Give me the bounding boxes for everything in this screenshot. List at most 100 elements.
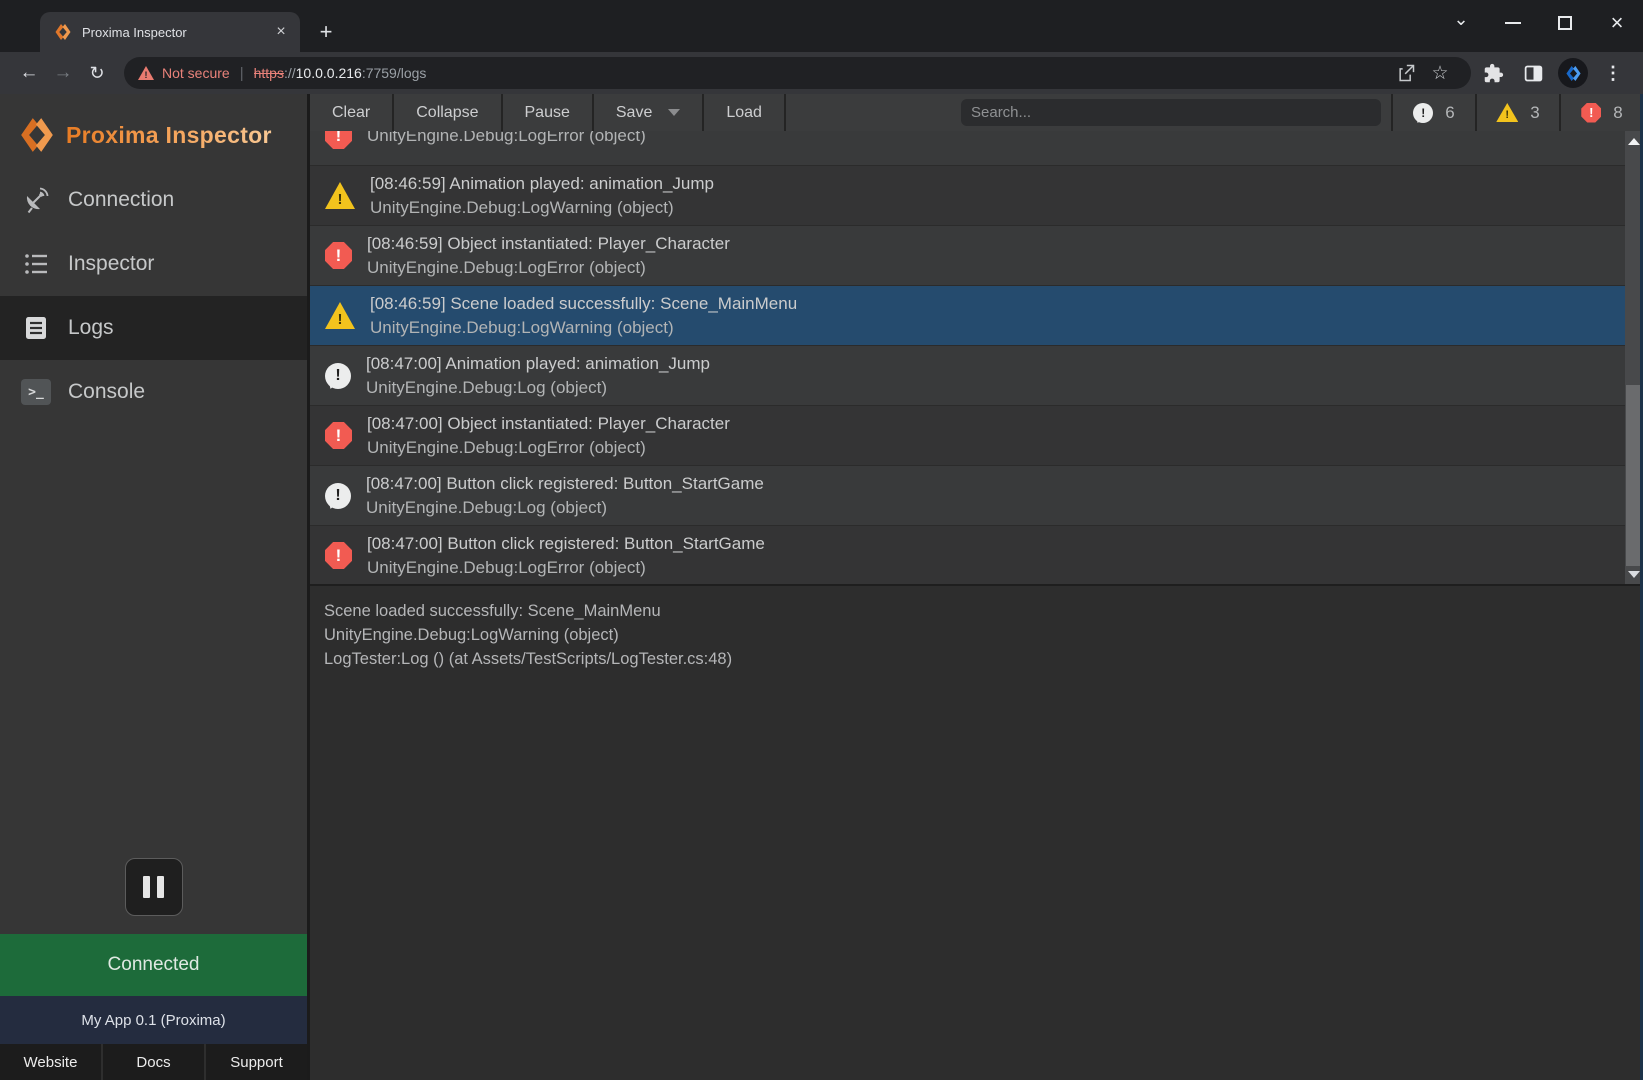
minimize-button[interactable] [1487, 0, 1539, 46]
app-info-bar: My App 0.1 (Proxima) [0, 996, 307, 1044]
logs-toolbar: Clear Collapse Pause Save Load [310, 94, 1643, 131]
sidebar: Proxima Inspector Connection [0, 94, 310, 1080]
url-sep: :// [284, 65, 296, 81]
error-icon [325, 131, 352, 149]
url-host: 10.0.0.216 [296, 65, 362, 81]
log-title: [08:47:00] Button click registered: Butt… [367, 532, 765, 556]
url-text: https://10.0.0.216:7759/logs [254, 65, 427, 81]
detail-line: UnityEngine.Debug:LogWarning (object) [324, 623, 1629, 647]
support-link[interactable]: Support [204, 1044, 307, 1080]
side-panel-icon[interactable] [1515, 55, 1551, 91]
logs-page: Clear Collapse Pause Save Load [310, 94, 1643, 1080]
reload-icon[interactable] [80, 56, 114, 90]
bookmark-star-icon[interactable] [1423, 58, 1457, 88]
log-list: UnityEngine.Debug:LogError (object) [08:… [310, 131, 1643, 586]
log-row[interactable]: [08:46:59] Object instantiated: Player_C… [310, 226, 1643, 286]
browser-menu-icon[interactable] [1595, 55, 1631, 91]
browser-tab-bar: Proxima Inspector [0, 0, 1643, 52]
document-icon [20, 312, 52, 344]
new-tab-button[interactable] [312, 18, 340, 46]
sidebar-item-logs[interactable]: Logs [0, 296, 307, 360]
log-row[interactable]: [08:47:00] Button click registered: Butt… [310, 526, 1643, 586]
extensions-puzzle-icon[interactable] [1475, 55, 1511, 91]
info-icon [325, 363, 351, 389]
log-title: [08:46:59] Scene loaded successfully: Sc… [370, 292, 797, 316]
log-title: [08:47:00] Object instantiated: Player_C… [367, 412, 730, 436]
log-stack: UnityEngine.Debug:LogError (object) [367, 436, 730, 460]
error-icon [325, 422, 352, 449]
log-stack: UnityEngine.Debug:LogWarning (object) [370, 316, 797, 340]
url-divider: | [240, 65, 244, 82]
website-link[interactable]: Website [0, 1044, 101, 1080]
error-count-filter[interactable]: 8 [1559, 94, 1643, 131]
collapse-label: Collapse [416, 104, 478, 122]
proxima-favicon [54, 23, 72, 41]
sidebar-item-console[interactable]: >_ Console [0, 360, 307, 424]
log-row[interactable]: [08:47:00] Object instantiated: Player_C… [310, 406, 1643, 466]
forward-icon[interactable] [46, 56, 80, 90]
log-stack: UnityEngine.Debug:LogError (object) [367, 131, 646, 148]
save-dropdown-caret-icon[interactable] [668, 109, 680, 116]
save-button[interactable]: Save [594, 94, 704, 131]
log-title: [08:46:59] Object instantiated: Player_C… [367, 232, 730, 256]
search-input[interactable] [961, 99, 1381, 126]
error-icon [1581, 103, 1601, 123]
warning-icon [325, 182, 355, 209]
log-stack: UnityEngine.Debug:LogError (object) [367, 556, 765, 580]
sidebar-label-connection: Connection [68, 188, 174, 212]
satellite-icon [20, 184, 52, 216]
tab-close-icon[interactable] [272, 23, 290, 41]
share-icon[interactable] [1389, 58, 1423, 88]
log-row[interactable]: [08:46:59] Animation played: animation_J… [310, 166, 1643, 226]
terminal-icon: >_ [20, 376, 52, 408]
log-stack: UnityEngine.Debug:LogError (object) [367, 256, 730, 280]
address-bar: Not secure | https://10.0.0.216:7759/log… [0, 52, 1643, 94]
log-row[interactable]: UnityEngine.Debug:LogError (object) [310, 131, 1643, 166]
collapse-button[interactable]: Collapse [394, 94, 502, 131]
detail-line: Scene loaded successfully: Scene_MainMen… [324, 599, 1629, 623]
sidebar-label-inspector: Inspector [68, 252, 154, 276]
browser-window: Proxima Inspector Not secure | https://1… [0, 0, 1643, 1080]
log-stack: UnityEngine.Debug:Log (object) [366, 376, 710, 400]
url-path: :7759/logs [362, 65, 427, 81]
log-row-selected[interactable]: [08:46:59] Scene loaded successfully: Sc… [310, 286, 1643, 346]
detail-line: LogTester:Log () (at Assets/TestScripts/… [324, 647, 1629, 671]
security-label[interactable]: Not secure [162, 65, 230, 81]
tab-search-chevron-icon[interactable] [1435, 0, 1487, 46]
load-button[interactable]: Load [704, 94, 786, 131]
sidebar-label-console: Console [68, 380, 145, 404]
save-label: Save [616, 104, 652, 122]
info-icon [1413, 103, 1433, 123]
clear-button[interactable]: Clear [310, 94, 394, 131]
log-stack: UnityEngine.Debug:LogWarning (object) [370, 196, 714, 220]
error-count: 8 [1613, 103, 1622, 123]
log-title: [08:47:00] Button click registered: Butt… [366, 472, 764, 496]
list-icon [20, 248, 52, 280]
profile-avatar[interactable] [1555, 55, 1591, 91]
log-title: [08:46:59] Animation played: animation_J… [370, 172, 714, 196]
error-icon [325, 242, 352, 269]
warning-count-filter[interactable]: 3 [1475, 94, 1559, 131]
tab-title: Proxima Inspector [82, 25, 272, 40]
log-row[interactable]: [08:47:00] Button click registered: Butt… [310, 466, 1643, 526]
info-count-filter[interactable]: 6 [1391, 94, 1475, 131]
sidebar-item-connection[interactable]: Connection [0, 168, 307, 232]
pause-button[interactable]: Pause [503, 94, 594, 131]
window-close-button[interactable] [1591, 0, 1643, 46]
pause-stream-button[interactable] [125, 858, 183, 916]
maximize-button[interactable] [1539, 0, 1591, 46]
log-title: [08:47:00] Animation played: animation_J… [366, 352, 710, 376]
docs-link[interactable]: Docs [101, 1044, 204, 1080]
log-row[interactable]: [08:47:00] Animation played: animation_J… [310, 346, 1643, 406]
sidebar-label-logs: Logs [68, 316, 114, 340]
pause-label: Pause [525, 104, 570, 122]
proxima-logo-icon [18, 116, 56, 154]
sidebar-item-inspector[interactable]: Inspector [0, 232, 307, 296]
not-secure-warning-icon [138, 66, 154, 80]
browser-tab[interactable]: Proxima Inspector [40, 12, 300, 52]
back-icon[interactable] [12, 56, 46, 90]
url-field[interactable]: Not secure | https://10.0.0.216:7759/log… [124, 57, 1471, 89]
connection-status-badge: Connected [0, 934, 307, 996]
error-icon [325, 542, 352, 569]
info-icon [325, 483, 351, 509]
